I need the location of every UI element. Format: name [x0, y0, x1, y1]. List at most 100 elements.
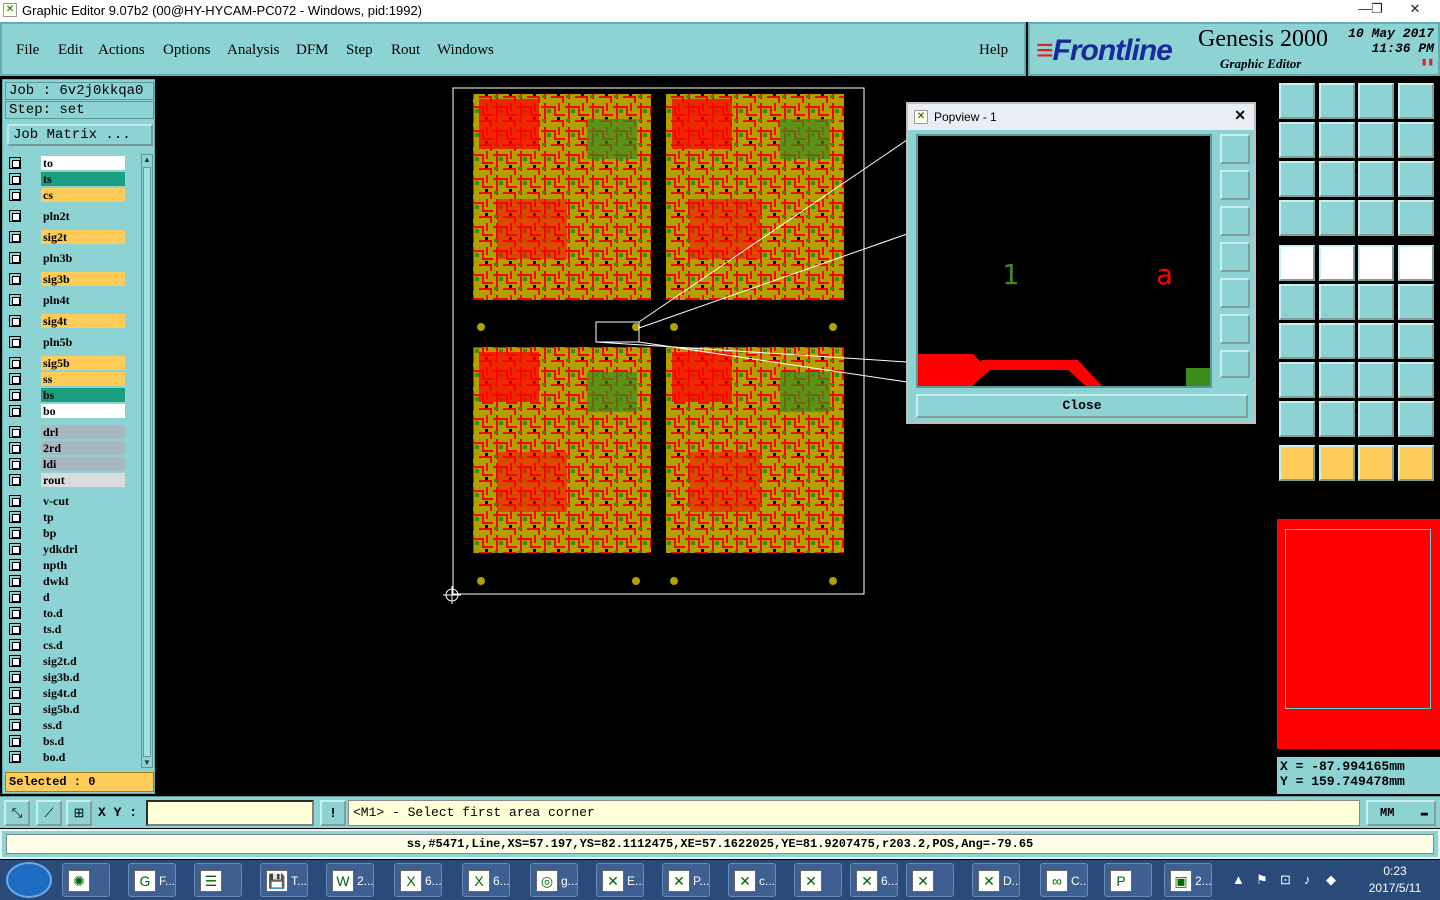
popview-close-button[interactable]: Close [916, 394, 1248, 418]
layer-name[interactable]: bo.d [41, 750, 125, 764]
layer-row-ss[interactable]: ss [7, 372, 127, 386]
layer-checkbox[interactable] [9, 751, 21, 763]
tray-app-icon[interactable]: ◆ [1326, 872, 1336, 888]
layer-row-ss-d[interactable]: ss.d [7, 718, 127, 732]
layer-row-bp[interactable]: bp [7, 526, 127, 540]
layer-row-npth[interactable]: npth [7, 558, 127, 572]
overview-map[interactable] [1277, 519, 1440, 749]
layer-row-pln5b[interactable]: pln5b [7, 335, 127, 349]
layer-name[interactable]: pln2t [41, 209, 125, 223]
layer-checkbox[interactable] [9, 157, 21, 169]
start-button[interactable] [6, 862, 52, 898]
popview-canvas[interactable]: 1 a [916, 134, 1212, 388]
layer-name[interactable]: ss [41, 372, 125, 386]
layer-row-sig4t-d[interactable]: sig4t.d [7, 686, 127, 700]
layer-row-dwkl[interactable]: dwkl [7, 574, 127, 588]
rotate-select-icon[interactable] [1358, 445, 1394, 481]
popview-pan-up-icon[interactable] [1220, 170, 1250, 200]
layer-name[interactable]: npth [41, 558, 125, 572]
layer-row-pln4t[interactable]: pln4t [7, 293, 127, 307]
layer-checkbox[interactable] [9, 231, 21, 243]
mirror-icon[interactable] [1398, 323, 1434, 359]
text-b-icon[interactable] [1358, 401, 1394, 437]
layer-checkbox[interactable] [9, 294, 21, 306]
layer-row-2rd[interactable]: 2rd [7, 441, 127, 455]
text-c-icon[interactable] [1398, 401, 1434, 437]
layer-row-tp[interactable]: tp [7, 510, 127, 524]
layer-checkbox[interactable] [9, 543, 21, 555]
taskbar-item[interactable]: ▣ 2... [1164, 863, 1212, 897]
layer-checkbox[interactable] [9, 671, 21, 683]
measure-icon[interactable] [1358, 362, 1394, 398]
layer-name[interactable]: cs.d [41, 638, 125, 652]
tray-volume-icon[interactable]: ♪ [1304, 872, 1311, 887]
zoom-fit-icon[interactable] [1279, 161, 1315, 197]
layer-row-sig4t[interactable]: sig4t [7, 314, 127, 328]
layer-row-ts[interactable]: ts [7, 172, 127, 186]
layer-config-icon[interactable] [1398, 200, 1434, 236]
layer-name[interactable]: sig4t [41, 314, 125, 328]
taskbar-item[interactable]: ✕ 6... [850, 863, 898, 897]
step-icon[interactable] [1398, 122, 1434, 158]
layer-row-pln2t[interactable]: pln2t [7, 209, 127, 223]
help-icon[interactable] [1398, 161, 1434, 197]
popview-window[interactable]: ✕ Popview - 1 ✕ 1 a Close [906, 102, 1256, 424]
layer-checkbox[interactable] [9, 252, 21, 264]
taskbar-item[interactable]: ✕ P... [662, 863, 710, 897]
layer-row-v-cut[interactable]: v-cut [7, 494, 127, 508]
zoom-area-icon[interactable] [1319, 161, 1355, 197]
layer-row-sig3b-d[interactable]: sig3b.d [7, 670, 127, 684]
pointer-icon[interactable] [1279, 445, 1315, 481]
circle-pad-icon[interactable] [1398, 245, 1434, 281]
layer-name[interactable]: rout [41, 473, 125, 487]
layer-name[interactable]: v-cut [41, 494, 125, 508]
text-a-icon[interactable] [1319, 401, 1355, 437]
layer-row-d[interactable]: d [7, 590, 127, 604]
layer-name[interactable]: bs.d [41, 734, 125, 748]
layer-checkbox[interactable] [9, 210, 21, 222]
scroll-down-icon[interactable]: ▼ [143, 758, 151, 767]
layer-checkbox[interactable] [9, 315, 21, 327]
shape-icon[interactable] [1398, 362, 1434, 398]
layer-row-bo-d[interactable]: bo.d [7, 750, 127, 764]
move-right-icon[interactable] [1319, 122, 1355, 158]
layer-row-drl[interactable]: drl [7, 425, 127, 439]
layer-checkbox[interactable] [9, 607, 21, 619]
layer-checkbox[interactable] [9, 474, 21, 486]
layer-name[interactable]: sig3b.d [41, 670, 125, 684]
popview-pan-right-icon[interactable] [1220, 278, 1250, 308]
settings-icon[interactable] [1279, 200, 1315, 236]
measure-icon[interactable]: ⟋ [36, 800, 62, 826]
layer-checkbox[interactable] [9, 442, 21, 454]
layer-row-to-d[interactable]: to.d [7, 606, 127, 620]
layer-row-ydkdrl[interactable]: ydkdrl [7, 542, 127, 556]
menu-rout[interactable]: Rout [391, 42, 420, 59]
layer-checkbox[interactable] [9, 655, 21, 667]
pin-icon[interactable] [1319, 200, 1355, 236]
layer-row-bs-d[interactable]: bs.d [7, 734, 127, 748]
menu-file[interactable]: File [16, 42, 39, 59]
taskbar-item[interactable]: ✕ D... [972, 863, 1020, 897]
scroll-up-icon[interactable]: ▲ [143, 155, 151, 164]
layer-row-pln3b[interactable]: pln3b [7, 251, 127, 265]
taskbar-item[interactable]: W 2... [326, 863, 374, 897]
layer-checkbox[interactable] [9, 373, 21, 385]
taskbar-item[interactable]: ✕ c... [728, 863, 776, 897]
cut-line-icon[interactable] [1319, 362, 1355, 398]
layer-checkbox[interactable] [9, 575, 21, 587]
layer-name[interactable]: tp [41, 510, 125, 524]
tray-expand-icon[interactable]: ▲ [1232, 872, 1245, 887]
taskbar-item[interactable]: P [1104, 863, 1152, 897]
layer-checkbox[interactable] [9, 389, 21, 401]
warning-icon[interactable]: ! [320, 800, 346, 826]
angle-icon[interactable] [1279, 323, 1315, 359]
layer-row-sig5b-d[interactable]: sig5b.d [7, 702, 127, 716]
close-window-button[interactable]: ✕ [1400, 0, 1430, 18]
layer-row-rout[interactable]: rout [7, 473, 127, 487]
popview-pan-down-icon[interactable] [1220, 206, 1250, 236]
taskbar-item[interactable]: ✕ [906, 863, 954, 897]
ruler-icon[interactable] [1358, 245, 1394, 281]
layer-name[interactable]: bo [41, 404, 125, 418]
popview-pan-left-icon[interactable] [1220, 242, 1250, 272]
layer-checkbox[interactable] [9, 273, 21, 285]
